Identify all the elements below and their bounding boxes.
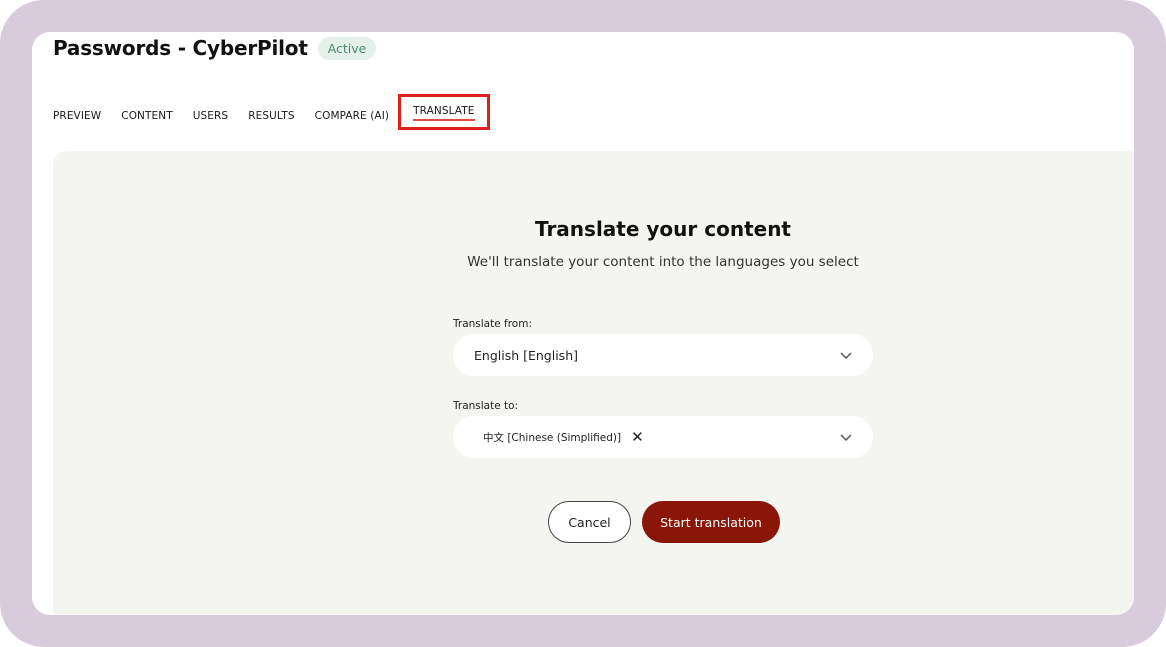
app-screen: Passwords - CyberPilot Active PREVIEW CO… [32,32,1134,615]
tab-preview[interactable]: PREVIEW [53,110,101,122]
translate-from-select[interactable]: English [English] [453,334,873,376]
translate-subheading: We'll translate your content into the la… [467,254,859,270]
tab-results[interactable]: RESULTS [248,110,294,122]
chevron-down-icon [840,434,852,442]
tab-translate[interactable]: TRANSLATE [398,94,490,130]
status-badge: Active [317,36,377,60]
translate-heading: Translate your content [535,217,791,241]
device-frame: Passwords - CyberPilot Active PREVIEW CO… [0,0,1166,647]
language-chip-label: 中文 [Chinese (Simplified)] [483,431,622,444]
chevron-down-icon [840,352,852,360]
cancel-button[interactable]: Cancel [548,501,631,543]
start-translation-button[interactable]: Start translation [642,501,780,543]
language-chip: 中文 [Chinese (Simplified)] ✕ [483,429,644,445]
page-title: Passwords - CyberPilot [53,36,308,60]
translate-to-select[interactable]: 中文 [Chinese (Simplified)] ✕ [453,416,873,458]
translate-from-value: English [English] [474,347,578,363]
tab-compare-ai[interactable]: COMPARE (AI) [315,110,389,122]
close-icon[interactable]: ✕ [631,429,644,445]
tab-users[interactable]: USERS [193,110,228,122]
translate-from-label: Translate from: [453,318,532,330]
translate-panel: Translate your content We'll translate y… [53,151,1134,615]
tab-bar: PREVIEW CONTENT USERS RESULTS COMPARE (A… [53,94,507,130]
translate-to-label: Translate to: [453,400,519,412]
tab-content[interactable]: CONTENT [121,110,172,122]
page-header: Passwords - CyberPilot Active [53,36,377,60]
